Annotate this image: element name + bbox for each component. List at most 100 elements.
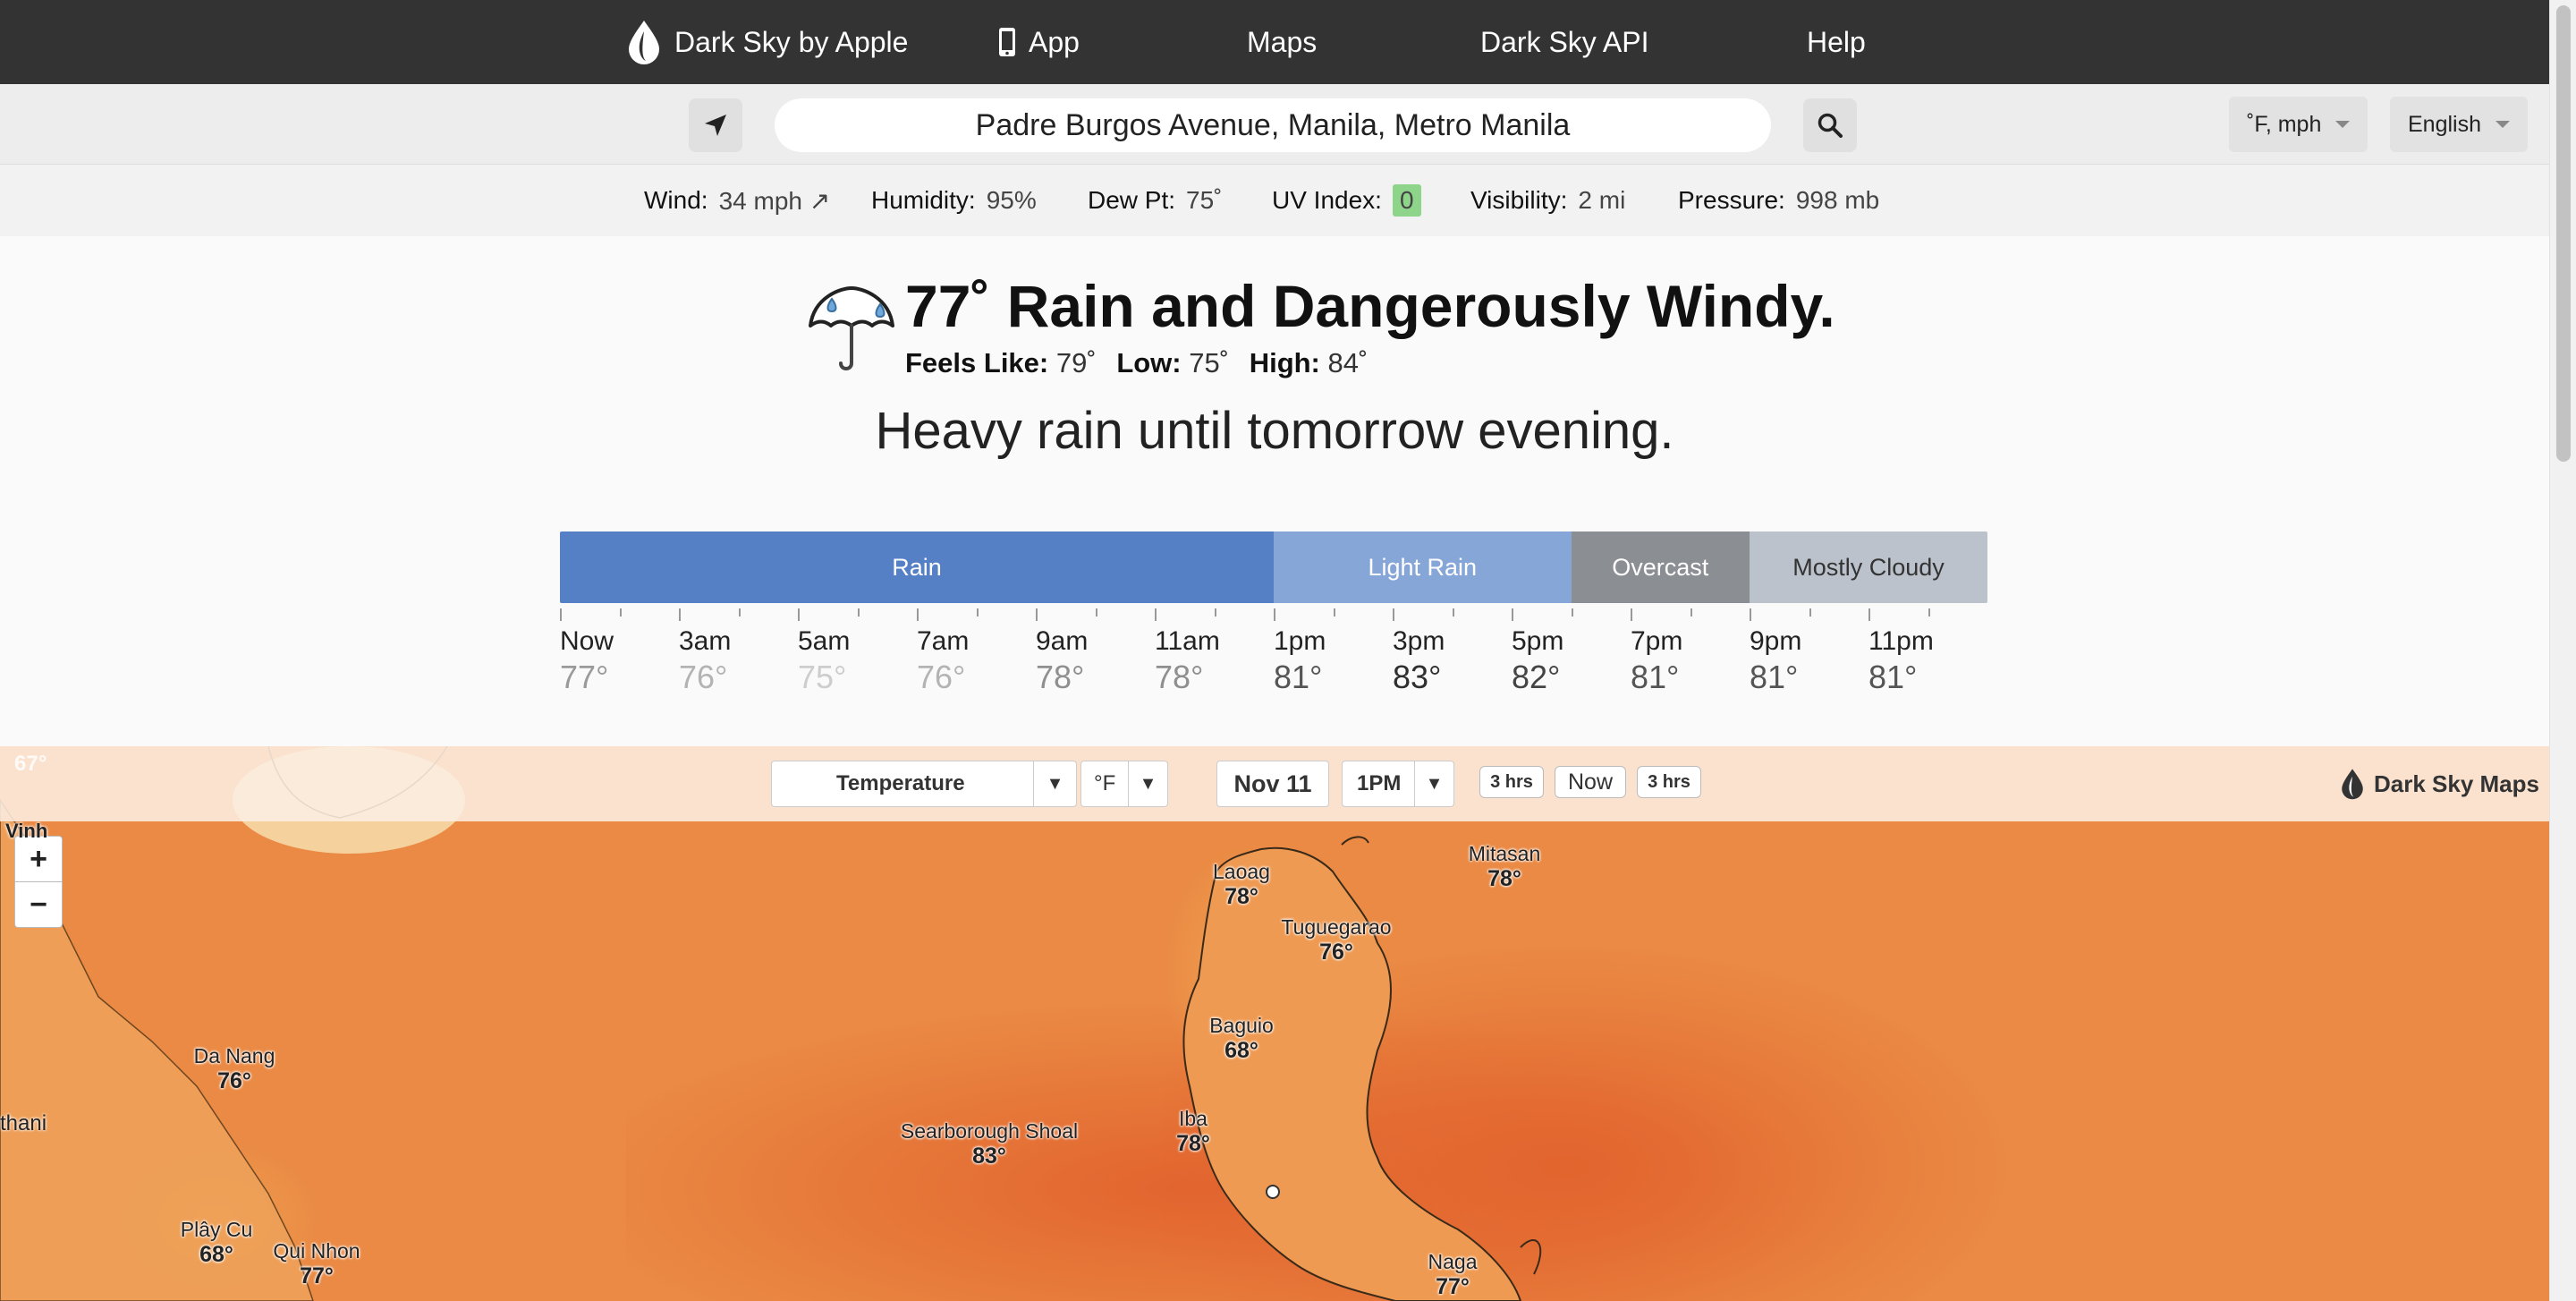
weather-map[interactable]: 67° Temperature ▼ °F ▼ Nov 11 1PM ▼ 3 hr…	[0, 746, 2549, 1301]
timeline-tick	[738, 608, 741, 616]
timeline-tick	[1928, 608, 1930, 616]
units-dropdown[interactable]: ˚F, mph	[2229, 97, 2368, 152]
map-back-label: 3 hrs	[1490, 771, 1533, 792]
hour-column: 5pm 82°	[1512, 626, 1619, 696]
humidity-value: 95%	[986, 186, 1037, 214]
timeline-segment[interactable]: Light Rain	[1274, 531, 1572, 603]
timeline-segment[interactable]: Overcast	[1571, 531, 1750, 603]
city-name: Searborough Shoal	[900, 1119, 1079, 1143]
nav-api-link[interactable]: Dark Sky API	[1480, 0, 1649, 84]
uv-index-stat: UV Index: 0	[1272, 165, 1421, 236]
current-conditions-bar: Wind: 34 mph ↗ Humidity: 95% Dew Pt: 75˚…	[0, 165, 2549, 236]
nav-brand-link[interactable]: Dark Sky by Apple	[626, 0, 908, 84]
hour-label: 11pm	[1868, 626, 1934, 656]
chevron-down-icon	[2496, 121, 2510, 128]
pressure-label: Pressure:	[1678, 186, 1785, 214]
timeline-tick	[560, 608, 562, 621]
phone-icon	[999, 28, 1015, 56]
hour-column: 11am 78°	[1155, 626, 1262, 696]
low-label: Low:	[1116, 347, 1182, 378]
timeline-segment[interactable]: Mostly Cloudy	[1750, 531, 1987, 603]
timeline-tick	[1095, 608, 1097, 616]
forecast-text: Heavy rain until tomorrow evening.	[875, 402, 1674, 460]
nav-app-link[interactable]: App	[998, 0, 1080, 84]
caret-down-icon: ▼	[1414, 761, 1453, 806]
hour-temperature: 83°	[1393, 659, 1442, 695]
timeline-tick	[1631, 608, 1632, 621]
visibility-label: Visibility:	[1470, 186, 1568, 214]
map-date-select[interactable]: Nov 11	[1216, 761, 1329, 807]
summary-title: 77˚ Rain and Dangerously Windy.	[905, 273, 1835, 339]
hour-label: 5pm	[1512, 626, 1564, 656]
hour-label: Now	[560, 626, 614, 656]
page-scrollbar[interactable]	[2549, 0, 2576, 1301]
high-label: High:	[1249, 347, 1320, 378]
city-temperature: 76°	[217, 1068, 251, 1093]
hour-temperature: 75°	[798, 659, 847, 695]
city-name: Naga	[1428, 1250, 1478, 1273]
dew-point-label: Dew Pt:	[1088, 186, 1176, 214]
scrollbar-thumb[interactable]	[2556, 5, 2571, 462]
hour-temperature: 78°	[1155, 659, 1204, 695]
map-layer-select[interactable]: Temperature ▼	[771, 761, 1077, 807]
hour-temperature: 82°	[1512, 659, 1561, 695]
timeline-segment-label: Light Rain	[1368, 553, 1478, 581]
map-city-label: Naga 77°	[1428, 1249, 1478, 1299]
timeline-tick	[1809, 608, 1811, 616]
top-navigation: Dark Sky by Apple App Maps Dark Sky API …	[0, 0, 2549, 84]
city-name: Plây Cu	[180, 1218, 253, 1241]
hour-column: 7pm 81°	[1631, 626, 1738, 696]
hour-label: 7am	[917, 626, 970, 656]
map-city-label: Searborough Shoal 83°	[901, 1118, 1078, 1169]
zoom-out-button[interactable]: −	[14, 881, 63, 928]
nav-help-link[interactable]: Help	[1807, 0, 1866, 84]
timeline-tick	[1512, 608, 1513, 621]
pressure-stat: Pressure: 998 mb	[1678, 165, 1879, 236]
hour-label: 7pm	[1631, 626, 1683, 656]
hour-column: 1pm 81°	[1274, 626, 1381, 696]
wind-value: 34 mph ↗	[718, 186, 831, 215]
map-partial-label: thani	[0, 1111, 47, 1135]
timeline-tick	[1155, 608, 1157, 621]
hour-column: 5am 75°	[798, 626, 905, 696]
map-forward-3hrs-button[interactable]: 3 hrs	[1637, 766, 1701, 798]
high-value: 84˚	[1327, 347, 1368, 378]
map-back-3hrs-button[interactable]: 3 hrs	[1479, 766, 1544, 798]
map-time-select[interactable]: 1PM ▼	[1342, 761, 1454, 807]
hour-temperature: 77°	[560, 659, 609, 695]
city-name: Baguio	[1209, 1014, 1274, 1037]
dark-sky-maps-label: Dark Sky Maps	[2374, 770, 2539, 797]
current-location-button[interactable]	[689, 98, 742, 152]
summary-details: Feels Like: 79˚ Low: 75˚ High: 84˚	[905, 347, 1380, 379]
dark-sky-maps-link[interactable]: Dark Sky Maps	[2340, 762, 2539, 805]
timeline-ticks	[560, 608, 1987, 626]
timeline-segment-label: Rain	[892, 553, 942, 581]
uv-index-label: UV Index:	[1272, 186, 1382, 214]
city-name: Da Nang	[193, 1044, 275, 1067]
map-unit-select[interactable]: °F ▼	[1080, 761, 1168, 807]
feels-like-label: Feels Like:	[905, 347, 1049, 378]
timeline-tick	[1333, 608, 1335, 616]
search-button[interactable]	[1803, 98, 1857, 152]
language-dropdown[interactable]: English	[2390, 97, 2528, 152]
timeline-tick	[917, 608, 919, 621]
timeline-tick	[1690, 608, 1692, 616]
map-city-label: Qui Nhon 77°	[273, 1238, 360, 1288]
city-temperature: 77°	[1436, 1274, 1470, 1299]
timeline-segment[interactable]: Rain	[560, 531, 1274, 603]
timeline-tick	[798, 608, 800, 621]
timeline-tick	[1868, 608, 1870, 621]
map-city-label: Tuguegarao 76°	[1281, 914, 1391, 965]
nav-maps-link[interactable]: Maps	[1247, 0, 1317, 84]
search-bar-row: ˚F, mph English	[0, 84, 2549, 165]
uv-index-badge: 0	[1392, 184, 1421, 217]
map-now-button[interactable]: Now	[1555, 766, 1626, 798]
hourly-timeline-bar[interactable]: Rain Light Rain Overcast Mostly Cloudy	[560, 531, 1987, 603]
dew-point-value: 75˚	[1186, 186, 1223, 214]
search-input[interactable]	[775, 98, 1771, 152]
map-toolbar: 67° Temperature ▼ °F ▼ Nov 11 1PM ▼ 3 hr…	[0, 746, 2549, 821]
location-arrow-icon	[705, 115, 726, 136]
map-now-label: Now	[1567, 769, 1613, 795]
timeline-tick	[857, 608, 860, 616]
nav-help-label: Help	[1807, 25, 1866, 58]
